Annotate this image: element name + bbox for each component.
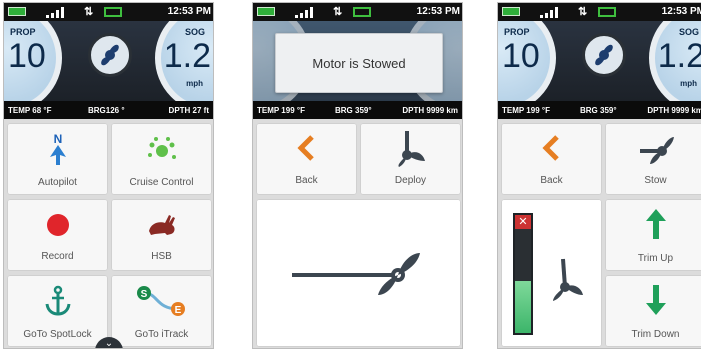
trim-indicator-panel: ✕: [501, 199, 602, 347]
gauge-header: PROP 10 SOG 1.2 mph: [498, 21, 701, 101]
clock: 12:53 PM: [416, 6, 460, 17]
svg-text:E: E: [174, 305, 181, 316]
clock: 12:53 PM: [661, 6, 701, 17]
dialog-message: Motor is Stowed: [312, 56, 406, 71]
trim-up-label: Trim Up: [637, 253, 674, 264]
trim-limit-marker: ✕: [515, 215, 531, 229]
status-bar: ⇅ 12:53 PM: [4, 3, 213, 21]
chevron-left-icon: [541, 135, 559, 161]
main-menu-screen: ⇅ 12:53 PM PROP 10 SOG 1.2 mph TEMP 68 °…: [3, 2, 214, 349]
goto-itrack-button[interactable]: S E GoTo iTrack: [111, 275, 212, 347]
svg-text:N: N: [53, 132, 62, 146]
north-arrow-icon: N: [49, 132, 66, 165]
motor-battery-icon: [353, 7, 371, 17]
deploy-label: Deploy: [394, 175, 427, 186]
sog-value: 1.2: [657, 37, 701, 75]
hsb-button[interactable]: HSB: [111, 199, 212, 271]
rabbit-icon: [148, 215, 175, 235]
info-bar: TEMP 199 °F BRG 359° DPTH 9999 km: [253, 101, 462, 119]
bearing-readout: BRG126 °: [88, 106, 125, 115]
signal-icon: [540, 7, 562, 18]
deploy-button[interactable]: Deploy: [360, 123, 461, 195]
record-label: Record: [41, 251, 74, 262]
trim-level-fill: [515, 281, 531, 333]
prop-label: PROP: [504, 27, 530, 37]
battery-icon: [502, 7, 520, 16]
back-label: Back: [540, 175, 563, 186]
sog-value: 1.2: [163, 37, 211, 75]
goto-spotlock-label: GoTo SpotLock: [23, 329, 92, 340]
cruise-control-button[interactable]: Cruise Control: [111, 123, 212, 195]
trim-level-bar: ✕: [513, 213, 533, 335]
autopilot-label: Autopilot: [38, 177, 77, 188]
stow-button[interactable]: Stow: [605, 123, 701, 195]
prop-value: 10: [502, 37, 540, 75]
temp-readout: TEMP 68 °F: [8, 106, 52, 115]
gauge-header: PROP 10 SOG 1.2 mph: [4, 21, 213, 101]
propeller-icon[interactable]: [582, 33, 626, 77]
status-bar: ⇅ 12:53 PM: [253, 3, 462, 21]
stow-label: Stow: [644, 175, 667, 186]
hsb-label: HSB: [151, 251, 172, 262]
trimmed-motor-icon: [553, 258, 583, 301]
back-button[interactable]: Back: [256, 123, 357, 195]
depth-readout: DPTH 9999 km: [402, 106, 458, 115]
prop-label: PROP: [10, 27, 36, 37]
record-button[interactable]: Record: [7, 199, 108, 271]
anchor-icon: [45, 285, 70, 316]
motor-battery-icon: [598, 7, 616, 17]
motor-deploy-icon: [397, 131, 425, 167]
trim-screen: ⇅ 12:53 PM PROP 10 SOG 1.2 mph TEMP 199 …: [497, 2, 701, 349]
trim-down-label: Trim Down: [631, 329, 680, 340]
back-button[interactable]: Back: [501, 123, 602, 195]
itrack-icon: S E: [136, 286, 185, 316]
signal-icon: [46, 7, 68, 18]
bearing-readout: BRG 359°: [335, 106, 372, 115]
info-bar: TEMP 68 °F BRG126 ° DPTH 27 ft: [4, 101, 213, 119]
bearing-readout: BRG 359°: [580, 106, 617, 115]
goto-spotlock-button[interactable]: GoTo SpotLock: [7, 275, 108, 347]
motor-stowed-dialog: Motor is Stowed: [275, 33, 443, 93]
battery-icon: [257, 7, 275, 16]
motor-position-panel: [256, 199, 461, 347]
cruise-control-label: Cruise Control: [129, 177, 194, 188]
prop-value: 10: [8, 37, 46, 75]
arrow-up-icon: [645, 209, 666, 239]
motor-battery-icon: [104, 7, 122, 17]
svg-text:S: S: [140, 289, 147, 300]
temp-readout: TEMP 199 °F: [502, 106, 550, 115]
depth-readout: DPTH 9999 km: [647, 106, 701, 115]
temp-readout: TEMP 199 °F: [257, 106, 305, 115]
arrow-down-icon: [645, 285, 666, 315]
signal-icon: [295, 7, 317, 18]
data-transfer-icon: ⇅: [84, 6, 94, 18]
sog-label: SOG: [184, 27, 205, 37]
stowed-screen: ⇅ 12:53 PM Motor is Stowed TEMP 199 °F B…: [252, 2, 463, 349]
sog-label: SOG: [678, 27, 699, 37]
info-bar: TEMP 199 °F BRG 359° DPTH 9999 km: [498, 101, 701, 119]
sog-unit: mph: [680, 79, 697, 88]
sog-unit: mph: [186, 79, 203, 88]
data-transfer-icon: ⇅: [578, 6, 588, 18]
autopilot-button[interactable]: N Autopilot: [7, 123, 108, 195]
record-icon: [46, 214, 69, 236]
back-label: Back: [295, 175, 318, 186]
clock: 12:53 PM: [167, 6, 211, 17]
propeller-icon[interactable]: [88, 33, 132, 77]
status-bar: ⇅ 12:53 PM: [498, 3, 701, 21]
data-transfer-icon: ⇅: [333, 6, 343, 18]
goto-itrack-label: GoTo iTrack: [134, 329, 189, 340]
trim-down-button[interactable]: Trim Down: [605, 275, 701, 347]
motor-stow-icon: [639, 137, 674, 164]
chevron-left-icon: [296, 135, 314, 161]
cruise-control-icon: [147, 137, 176, 159]
trim-up-button[interactable]: Trim Up: [605, 199, 701, 271]
depth-readout: DPTH 27 ft: [168, 106, 209, 115]
battery-icon: [8, 7, 26, 16]
stowed-motor-icon: [292, 253, 420, 295]
